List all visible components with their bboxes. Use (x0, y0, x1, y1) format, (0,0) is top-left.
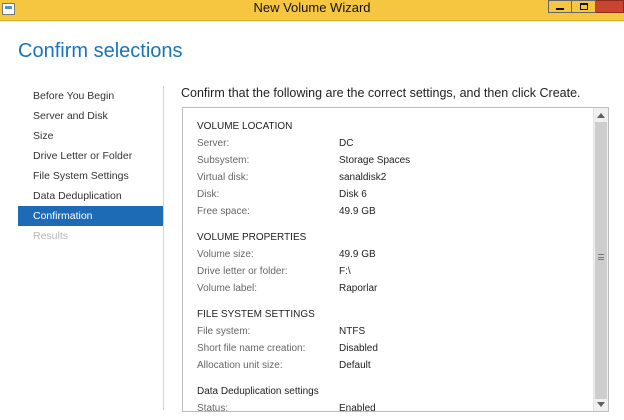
nav-step-drive-letter-or-folder[interactable]: Drive Letter or Folder (18, 146, 163, 166)
nav-step-confirmation[interactable]: Confirmation (18, 206, 163, 226)
setting-row: Volume size: 49.9 GB (197, 246, 588, 263)
setting-label: Volume label: (197, 283, 258, 294)
close-button[interactable] (596, 0, 624, 13)
setting-label: Server: (197, 138, 230, 149)
setting-value: DC (339, 138, 354, 149)
setting-value: sanaldisk2 (339, 172, 387, 183)
setting-value: Disk 6 (339, 189, 367, 200)
maximize-icon (579, 3, 588, 10)
setting-value: Default (339, 360, 371, 371)
instruction-text: Confirm that the following are the corre… (181, 86, 581, 100)
setting-row: Allocation unit size: Default (197, 357, 588, 374)
setting-row: File system: NTFS (197, 323, 588, 340)
setting-label: Free space: (197, 206, 250, 217)
setting-value: NTFS (339, 326, 366, 337)
nav-step-server-and-disk[interactable]: Server and Disk (18, 106, 163, 126)
grip-icon (598, 254, 604, 260)
setting-row: Disk: Disk 6 (197, 186, 588, 203)
page-title: Confirm selections (18, 40, 183, 62)
setting-row: Volume label: Raporlar (197, 280, 588, 297)
section-heading: VOLUME PROPERTIES (197, 232, 307, 243)
section-heading: VOLUME LOCATION (197, 121, 293, 132)
setting-label: Virtual disk: (197, 172, 249, 183)
vertical-scrollbar[interactable] (593, 108, 608, 411)
setting-label: Volume size: (197, 249, 254, 260)
setting-value: Disabled (339, 343, 378, 354)
setting-value: Enabled (339, 403, 376, 412)
setting-label: Status: (197, 403, 229, 412)
wizard-steps-nav: Before You Begin Server and Disk Size Drive… (18, 86, 163, 246)
section-heading: FILE SYSTEM SETTINGS (197, 309, 315, 320)
setting-label: Disk: (197, 189, 220, 200)
setting-row: Subsystem: Storage Spaces (197, 152, 588, 169)
nav-divider (163, 86, 164, 410)
setting-value: F:\ (339, 266, 351, 277)
title-bar[interactable]: New Volume Wizard (0, 0, 624, 21)
nav-step-results: Results (33, 230, 69, 242)
setting-value: 49.9 GB (339, 249, 376, 260)
setting-value: Storage Spaces (339, 155, 411, 166)
scrollbar-thumb[interactable] (595, 122, 607, 399)
scroll-down-button[interactable] (596, 399, 606, 409)
setting-row: Short file name creation: Disabled (197, 340, 588, 357)
setting-label: Allocation unit size: (197, 360, 283, 371)
minimize-icon (556, 8, 564, 10)
setting-row: Status: Enabled (197, 400, 588, 412)
setting-label: File system: (197, 326, 251, 337)
nav-step-size[interactable]: Size (18, 126, 163, 146)
nav-step-data-deduplication[interactable]: Data Deduplication (18, 186, 163, 206)
settings-summary-content: VOLUME LOCATION Server: DC Subsystem: Storag… (197, 118, 588, 412)
nav-step-before-you-begin[interactable]: Before You Begin (18, 86, 163, 106)
nav-step-file-system-settings[interactable]: File System Settings (18, 166, 163, 186)
setting-value: Raporlar (339, 283, 378, 294)
window-title: New Volume Wizard (253, 0, 371, 15)
setting-label: Drive letter or folder: (197, 266, 288, 277)
window-controls (548, 0, 624, 13)
setting-row: Server: DC (197, 135, 588, 152)
setting-row: Drive letter or folder: F:\ (197, 263, 588, 280)
scroll-up-button[interactable] (596, 110, 606, 120)
setting-row: Virtual disk: sanaldisk2 (197, 169, 588, 186)
arrow-up-icon (597, 112, 605, 118)
settings-summary-panel[interactable]: VOLUME LOCATION Server: DC Subsystem: Storag… (182, 107, 609, 412)
setting-label: Subsystem: (197, 155, 250, 166)
setting-row: Free space: 49.9 GB (197, 203, 588, 220)
setting-label: Short file name creation: (197, 343, 306, 354)
section-heading: Data Deduplication settings (197, 386, 319, 397)
arrow-down-icon (597, 401, 605, 407)
maximize-button[interactable] (572, 0, 596, 13)
setting-value: 49.9 GB (339, 206, 376, 217)
minimize-button[interactable] (548, 0, 572, 13)
